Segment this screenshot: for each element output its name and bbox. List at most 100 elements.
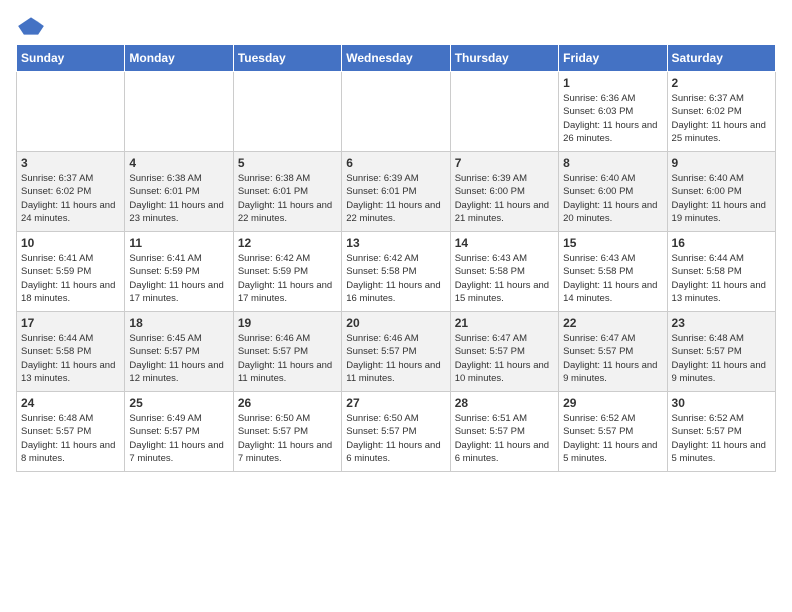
day-info: Sunrise: 6:44 AM Sunset: 5:58 PM Dayligh… xyxy=(21,332,120,385)
day-info: Sunrise: 6:38 AM Sunset: 6:01 PM Dayligh… xyxy=(129,172,228,225)
day-info: Sunrise: 6:49 AM Sunset: 5:57 PM Dayligh… xyxy=(129,412,228,465)
day-info: Sunrise: 6:47 AM Sunset: 5:57 PM Dayligh… xyxy=(455,332,554,385)
day-info: Sunrise: 6:48 AM Sunset: 5:57 PM Dayligh… xyxy=(21,412,120,465)
calendar-cell: 12 Sunrise: 6:42 AM Sunset: 5:59 PM Dayli… xyxy=(233,232,341,312)
day-info: Sunrise: 6:43 AM Sunset: 5:58 PM Dayligh… xyxy=(455,252,554,305)
day-info: Sunrise: 6:37 AM Sunset: 6:02 PM Dayligh… xyxy=(21,172,120,225)
calendar-cell: 6 Sunrise: 6:39 AM Sunset: 6:01 PM Daylig… xyxy=(342,152,450,232)
calendar-cell: 13Sunrise: 6:42 AM Sunset: 5:58 PM Dayli… xyxy=(342,232,450,312)
col-header-wednesday: Wednesday xyxy=(342,45,450,72)
day-info: Sunrise: 6:46 AM Sunset: 5:57 PM Dayligh… xyxy=(238,332,337,385)
calendar-cell: 28Sunrise: 6:51 AM Sunset: 5:57 PM Dayli… xyxy=(450,392,558,472)
calendar-cell: 11 Sunrise: 6:41 AM Sunset: 5:59 PM Dayli… xyxy=(125,232,233,312)
day-number: 14 xyxy=(455,236,554,250)
col-header-friday: Friday xyxy=(559,45,667,72)
day-number: 13 xyxy=(346,236,445,250)
calendar-week-1: 1Sunrise: 6:36 AM Sunset: 6:03 PM Daylig… xyxy=(17,72,776,152)
day-number: 21 xyxy=(455,316,554,330)
calendar-cell: 21 Sunrise: 6:47 AM Sunset: 5:57 PM Dayli… xyxy=(450,312,558,392)
calendar-cell xyxy=(450,72,558,152)
day-info: Sunrise: 6:50 AM Sunset: 5:57 PM Dayligh… xyxy=(238,412,337,465)
calendar-cell: 3 Sunrise: 6:37 AM Sunset: 6:02 PM Daylig… xyxy=(17,152,125,232)
day-number: 11 xyxy=(129,236,228,250)
calendar-cell: 2 Sunrise: 6:37 AM Sunset: 6:02 PM Daylig… xyxy=(667,72,775,152)
day-number: 17 xyxy=(21,316,120,330)
day-number: 9 xyxy=(672,156,771,170)
day-number: 16 xyxy=(672,236,771,250)
day-number: 12 xyxy=(238,236,337,250)
col-header-saturday: Saturday xyxy=(667,45,775,72)
col-header-tuesday: Tuesday xyxy=(233,45,341,72)
day-number: 24 xyxy=(21,396,120,410)
day-number: 19 xyxy=(238,316,337,330)
calendar-cell: 24 Sunrise: 6:48 AM Sunset: 5:57 PM Dayli… xyxy=(17,392,125,472)
day-number: 22 xyxy=(563,316,662,330)
calendar-cell: 4 Sunrise: 6:38 AM Sunset: 6:01 PM Daylig… xyxy=(125,152,233,232)
day-number: 5 xyxy=(238,156,337,170)
day-number: 30 xyxy=(672,396,771,410)
calendar-cell: 26 Sunrise: 6:50 AM Sunset: 5:57 PM Dayli… xyxy=(233,392,341,472)
calendar-cell xyxy=(342,72,450,152)
day-info: Sunrise: 6:38 AM Sunset: 6:01 PM Dayligh… xyxy=(238,172,337,225)
day-number: 20 xyxy=(346,316,445,330)
day-number: 25 xyxy=(129,396,228,410)
day-info: Sunrise: 6:52 AM Sunset: 5:57 PM Dayligh… xyxy=(563,412,662,465)
calendar-cell: 1Sunrise: 6:36 AM Sunset: 6:03 PM Daylig… xyxy=(559,72,667,152)
day-number: 26 xyxy=(238,396,337,410)
logo-icon xyxy=(16,16,46,36)
day-info: Sunrise: 6:51 AM Sunset: 5:57 PM Dayligh… xyxy=(455,412,554,465)
calendar-cell: 20 Sunrise: 6:46 AM Sunset: 5:57 PM Dayli… xyxy=(342,312,450,392)
day-number: 10 xyxy=(21,236,120,250)
calendar-cell: 17 Sunrise: 6:44 AM Sunset: 5:58 PM Dayli… xyxy=(17,312,125,392)
calendar-cell: 18 Sunrise: 6:45 AM Sunset: 5:57 PM Dayli… xyxy=(125,312,233,392)
day-info: Sunrise: 6:46 AM Sunset: 5:57 PM Dayligh… xyxy=(346,332,445,385)
calendar-cell: 30 Sunrise: 6:52 AM Sunset: 5:57 PM Dayli… xyxy=(667,392,775,472)
day-number: 8 xyxy=(563,156,662,170)
day-number: 6 xyxy=(346,156,445,170)
calendar-cell: 15 Sunrise: 6:43 AM Sunset: 5:58 PM Dayli… xyxy=(559,232,667,312)
day-info: Sunrise: 6:45 AM Sunset: 5:57 PM Dayligh… xyxy=(129,332,228,385)
day-info: Sunrise: 6:48 AM Sunset: 5:57 PM Dayligh… xyxy=(672,332,771,385)
day-info: Sunrise: 6:50 AM Sunset: 5:57 PM Dayligh… xyxy=(346,412,445,465)
calendar-cell: 19 Sunrise: 6:46 AM Sunset: 5:57 PM Dayli… xyxy=(233,312,341,392)
calendar-week-3: 10 Sunrise: 6:41 AM Sunset: 5:59 PM Dayli… xyxy=(17,232,776,312)
calendar-table: SundayMondayTuesdayWednesdayThursdayFrid… xyxy=(16,44,776,472)
calendar-week-2: 3 Sunrise: 6:37 AM Sunset: 6:02 PM Daylig… xyxy=(17,152,776,232)
calendar-cell: 29 Sunrise: 6:52 AM Sunset: 5:57 PM Dayli… xyxy=(559,392,667,472)
calendar-cell: 27 Sunrise: 6:50 AM Sunset: 5:57 PM Dayli… xyxy=(342,392,450,472)
calendar-week-4: 17 Sunrise: 6:44 AM Sunset: 5:58 PM Dayli… xyxy=(17,312,776,392)
day-number: 7 xyxy=(455,156,554,170)
day-info: Sunrise: 6:41 AM Sunset: 5:59 PM Dayligh… xyxy=(129,252,228,305)
calendar-cell: 9 Sunrise: 6:40 AM Sunset: 6:00 PM Daylig… xyxy=(667,152,775,232)
day-info: Sunrise: 6:40 AM Sunset: 6:00 PM Dayligh… xyxy=(563,172,662,225)
calendar-cell: 25 Sunrise: 6:49 AM Sunset: 5:57 PM Dayli… xyxy=(125,392,233,472)
calendar-cell: 7 Sunrise: 6:39 AM Sunset: 6:00 PM Daylig… xyxy=(450,152,558,232)
day-info: Sunrise: 6:37 AM Sunset: 6:02 PM Dayligh… xyxy=(672,92,771,145)
calendar-cell: 14 Sunrise: 6:43 AM Sunset: 5:58 PM Dayli… xyxy=(450,232,558,312)
day-info: Sunrise: 6:40 AM Sunset: 6:00 PM Dayligh… xyxy=(672,172,771,225)
calendar-cell xyxy=(125,72,233,152)
calendar-header-row: SundayMondayTuesdayWednesdayThursdayFrid… xyxy=(17,45,776,72)
day-info: Sunrise: 6:36 AM Sunset: 6:03 PM Dayligh… xyxy=(563,92,662,145)
day-number: 29 xyxy=(563,396,662,410)
calendar-cell xyxy=(17,72,125,152)
day-info: Sunrise: 6:41 AM Sunset: 5:59 PM Dayligh… xyxy=(21,252,120,305)
calendar-cell xyxy=(233,72,341,152)
day-info: Sunrise: 6:39 AM Sunset: 6:01 PM Dayligh… xyxy=(346,172,445,225)
page-header xyxy=(16,16,776,36)
day-info: Sunrise: 6:39 AM Sunset: 6:00 PM Dayligh… xyxy=(455,172,554,225)
day-info: Sunrise: 6:42 AM Sunset: 5:59 PM Dayligh… xyxy=(238,252,337,305)
calendar-cell: 5 Sunrise: 6:38 AM Sunset: 6:01 PM Daylig… xyxy=(233,152,341,232)
day-number: 15 xyxy=(563,236,662,250)
day-number: 18 xyxy=(129,316,228,330)
day-number: 3 xyxy=(21,156,120,170)
day-info: Sunrise: 6:43 AM Sunset: 5:58 PM Dayligh… xyxy=(563,252,662,305)
day-number: 27 xyxy=(346,396,445,410)
day-info: Sunrise: 6:52 AM Sunset: 5:57 PM Dayligh… xyxy=(672,412,771,465)
day-number: 4 xyxy=(129,156,228,170)
calendar-cell: 16Sunrise: 6:44 AM Sunset: 5:58 PM Dayli… xyxy=(667,232,775,312)
day-number: 2 xyxy=(672,76,771,90)
calendar-cell: 22Sunrise: 6:47 AM Sunset: 5:57 PM Dayli… xyxy=(559,312,667,392)
logo xyxy=(16,16,50,36)
col-header-thursday: Thursday xyxy=(450,45,558,72)
